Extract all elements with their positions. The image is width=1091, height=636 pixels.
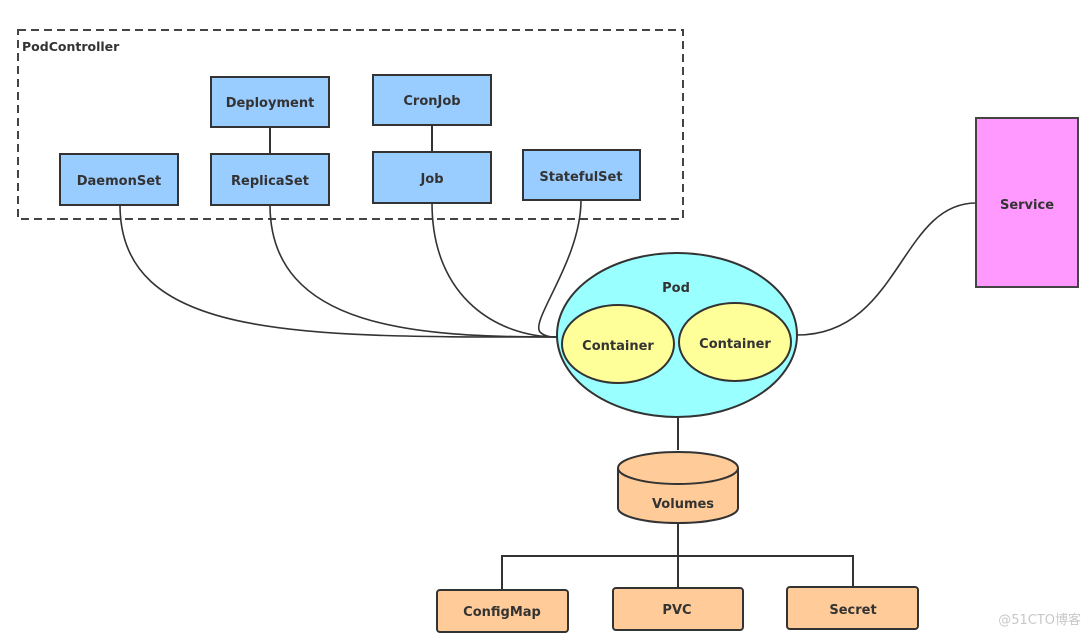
volume-configmap[interactable]: ConfigMap — [436, 589, 569, 633]
container-label: Container — [699, 337, 771, 352]
container-label: Container — [582, 339, 654, 354]
replicaset-pod-edge — [269, 204, 558, 338]
volume-type-label: ConfigMap — [463, 605, 541, 620]
podcontroller-label: PodController — [22, 39, 120, 54]
volume-type-label: PVC — [662, 603, 691, 618]
controller-deployment[interactable]: Deployment — [210, 76, 330, 128]
controller-label: CronJob — [403, 94, 460, 109]
volume-type-label: Secret — [829, 603, 876, 618]
volumes-node[interactable]: Volumes — [617, 451, 739, 524]
watermark: @51CTO博客 — [998, 613, 1081, 628]
container-node[interactable]: Container — [678, 302, 792, 382]
controller-label: Deployment — [226, 96, 315, 111]
daemonset-pod-edge — [119, 204, 558, 338]
controller-label: DaemonSet — [77, 174, 162, 189]
controller-label: StatefulSet — [539, 170, 622, 185]
volumes-tree-edges — [501, 523, 854, 589]
diagram-canvas: PodController Deployment CronJob DaemonS… — [17, 29, 1079, 633]
pod-label: Pod — [662, 281, 690, 296]
pod-service-edge — [796, 202, 977, 336]
volume-pvc[interactable]: PVC — [612, 587, 744, 631]
controller-replicaset[interactable]: ReplicaSet — [210, 153, 330, 206]
volume-secret[interactable]: Secret — [786, 586, 919, 630]
controller-cronjob[interactable]: CronJob — [372, 74, 492, 126]
service-node[interactable]: Service — [975, 117, 1079, 288]
controller-label: Job — [419, 172, 443, 187]
job-pod-edge — [431, 202, 558, 338]
volumes-label: Volumes — [652, 497, 714, 512]
service-label: Service — [1000, 198, 1054, 213]
controller-label: ReplicaSet — [231, 174, 309, 189]
controller-statefulset[interactable]: StatefulSet — [522, 149, 641, 201]
controller-daemonset[interactable]: DaemonSet — [59, 153, 179, 206]
container-node[interactable]: Container — [561, 304, 675, 384]
controller-job[interactable]: Job — [372, 151, 492, 204]
